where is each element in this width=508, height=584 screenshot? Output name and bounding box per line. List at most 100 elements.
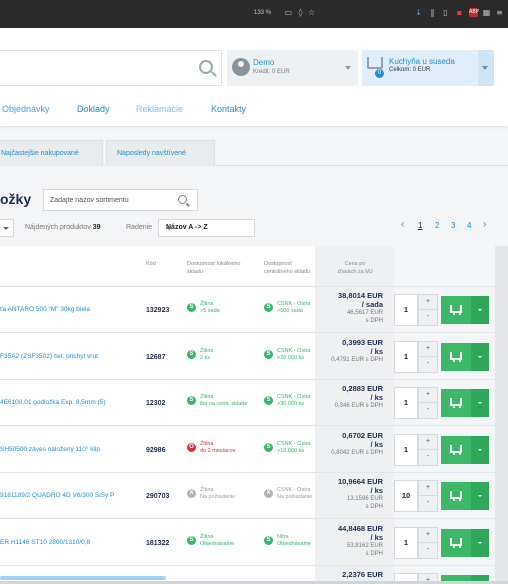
nav-contacts[interactable]: Kontakty	[211, 104, 246, 114]
increment-button[interactable]: +	[418, 340, 438, 357]
decrement-button[interactable]: -	[418, 310, 438, 326]
add-to-cart-button[interactable]	[441, 528, 471, 557]
user-account-dropdown[interactable]: Demo Kredit: 0 EUR	[227, 50, 358, 86]
product-name-link[interactable]: SH50500 záves naložený 110° klip	[0, 446, 100, 453]
price-with-vat: 0,4791 EUR s DPH	[331, 356, 383, 363]
cart-dropdown[interactable]: 0 Kuchyňa u suseda Celkom: 0 EUR	[362, 50, 494, 86]
product-code: 12302	[146, 400, 166, 407]
search-box[interactable]	[0, 50, 222, 86]
product-name-link[interactable]: 4E6100.01 podložka Exp. 8,5mm (5)	[0, 399, 106, 406]
product-name-link[interactable]: 9181189/2 QUADRO 4D V6/300 SiSy P	[0, 492, 114, 499]
add-to-cart-dropdown[interactable]	[471, 296, 489, 324]
add-to-cart-dropdown[interactable]	[471, 389, 489, 417]
decrement-button[interactable]: -	[418, 449, 438, 466]
cart-total: Celkom: 0 EUR	[389, 67, 431, 73]
price-with-vat: s DPH	[365, 504, 383, 510]
sort-value: Názov A -> Z	[166, 224, 208, 231]
stock-status-icon: S	[264, 442, 273, 452]
cart-icon	[450, 491, 462, 501]
product-price: 38,8014 EUR / sada 46,5617 EUR s DPH	[315, 291, 383, 325]
decrement-button[interactable]: -	[418, 403, 438, 419]
product-name-link[interactable]: F35A2 (ZSF3502) čer. prichyt vrut	[0, 353, 98, 360]
quantity-input[interactable]: 1	[394, 433, 418, 466]
library-icon[interactable]: ‖	[428, 8, 437, 17]
add-to-cart-dropdown[interactable]	[471, 435, 489, 464]
sidebar-icon[interactable]: ▯	[441, 8, 450, 17]
decrement-button[interactable]: -	[418, 542, 438, 559]
stock-status-icon: S	[187, 303, 196, 312]
chevron-down-icon	[345, 66, 351, 70]
increment-button[interactable]: +	[418, 480, 438, 496]
page-1[interactable]: 1	[418, 221, 422, 230]
shield-icon[interactable]: ◊	[296, 8, 305, 17]
price-value: 44,8468 EUR	[337, 523, 383, 533]
decrement-button[interactable]: -	[418, 496, 438, 512]
assortment-filter-input[interactable]	[50, 194, 170, 207]
reader-icon[interactable]: ▭	[284, 8, 293, 17]
menu-icon[interactable]: ≡	[495, 8, 504, 17]
page-size-select[interactable]	[0, 219, 14, 237]
product-price: 0,3993 EUR / ks 0,4791 EUR s DPH	[315, 338, 383, 364]
central-stock-location: Nitra	[277, 533, 289, 540]
product-code: 132923	[146, 307, 170, 314]
add-to-cart-dropdown[interactable]	[471, 528, 489, 557]
horizontal-scrollbar[interactable]	[0, 576, 166, 580]
nav-orders[interactable]: Objednávky	[2, 104, 50, 114]
prev-page-button[interactable]: ‹	[401, 219, 404, 230]
cart-icon	[450, 537, 462, 548]
increment-button[interactable]: +	[418, 294, 438, 310]
page-3[interactable]: 3	[451, 221, 455, 230]
add-to-cart-button[interactable]	[441, 435, 471, 464]
quantity-stepper: +-	[418, 480, 438, 512]
product-name-link[interactable]: ER H1146 ST10 2800/1310/0,8	[0, 539, 90, 546]
price-with-vat: 0,8042 EUR s DPH	[331, 449, 383, 456]
cart-icon	[450, 351, 462, 362]
add-to-cart-button[interactable]	[441, 482, 471, 510]
add-to-cart-button[interactable]	[441, 296, 471, 324]
star-icon[interactable]: ☆	[307, 8, 316, 17]
local-stock-qty: 2 ks	[200, 354, 211, 361]
search-icon[interactable]	[178, 195, 187, 204]
add-to-cart-dropdown[interactable]	[471, 342, 489, 371]
product-price: 0,2883 EUR / ks 0,346 EUR s DPH	[315, 384, 383, 410]
increment-button[interactable]: +	[418, 433, 438, 450]
quantity-input[interactable]: 1	[394, 340, 418, 373]
quantity-stepper: +-	[418, 294, 438, 326]
add-to-cart-button[interactable]	[441, 389, 471, 417]
increment-button[interactable]: +	[418, 526, 438, 543]
quantity-input[interactable]: 1	[394, 526, 418, 559]
price-with-vat: 53,8162 EUR	[346, 542, 383, 549]
add-to-cart-button[interactable]	[441, 342, 471, 371]
product-name-link[interactable]: ťa ANTARO 500 "M" 30kg biela	[0, 306, 90, 313]
next-page-button[interactable]: ›	[483, 219, 486, 230]
products-found-count: 39	[92, 224, 101, 231]
tab-most-purchased[interactable]: Najčastejšie nakupované	[0, 140, 103, 166]
quantity-input[interactable]: 1	[394, 294, 418, 326]
decrement-button[interactable]: -	[418, 356, 438, 373]
cart-icon	[450, 398, 462, 408]
tab-recently-visited[interactable]: Naposledy navštívené	[106, 140, 215, 166]
add-to-cart-dropdown[interactable]	[471, 482, 489, 510]
product-code: 290703	[146, 493, 170, 500]
nav-documents[interactable]: Doklady	[77, 104, 110, 114]
quantity-stepper: +-	[418, 526, 438, 559]
page-2[interactable]: 2	[435, 221, 439, 230]
quantity-input[interactable]: 1	[394, 387, 418, 419]
nav-complaints[interactable]: Reklamácie	[136, 104, 183, 114]
stock-status-icon: X	[187, 489, 196, 498]
products-found-label: Nájdených produktov	[25, 224, 91, 231]
price-value: 2,2376 EUR	[342, 570, 383, 579]
quantity-input[interactable]: 10	[394, 480, 418, 512]
increment-button[interactable]: +	[418, 387, 438, 403]
zoom-level[interactable]: 133 %	[254, 10, 271, 16]
stock-status-icon: S	[264, 396, 273, 405]
page-4[interactable]: 4	[467, 221, 471, 230]
assortment-filter[interactable]	[43, 189, 198, 211]
search-icon[interactable]	[199, 60, 213, 74]
pdf-icon[interactable]: ▪	[455, 8, 464, 17]
extension-icon[interactable]: ▦	[482, 8, 491, 17]
price-with-vat: 13,1596 EUR	[346, 496, 383, 502]
adblock-icon[interactable]: ABP	[469, 8, 479, 17]
download-icon[interactable]: ↓	[414, 8, 423, 17]
sort-select[interactable]: Názov A -> Z	[158, 219, 255, 237]
